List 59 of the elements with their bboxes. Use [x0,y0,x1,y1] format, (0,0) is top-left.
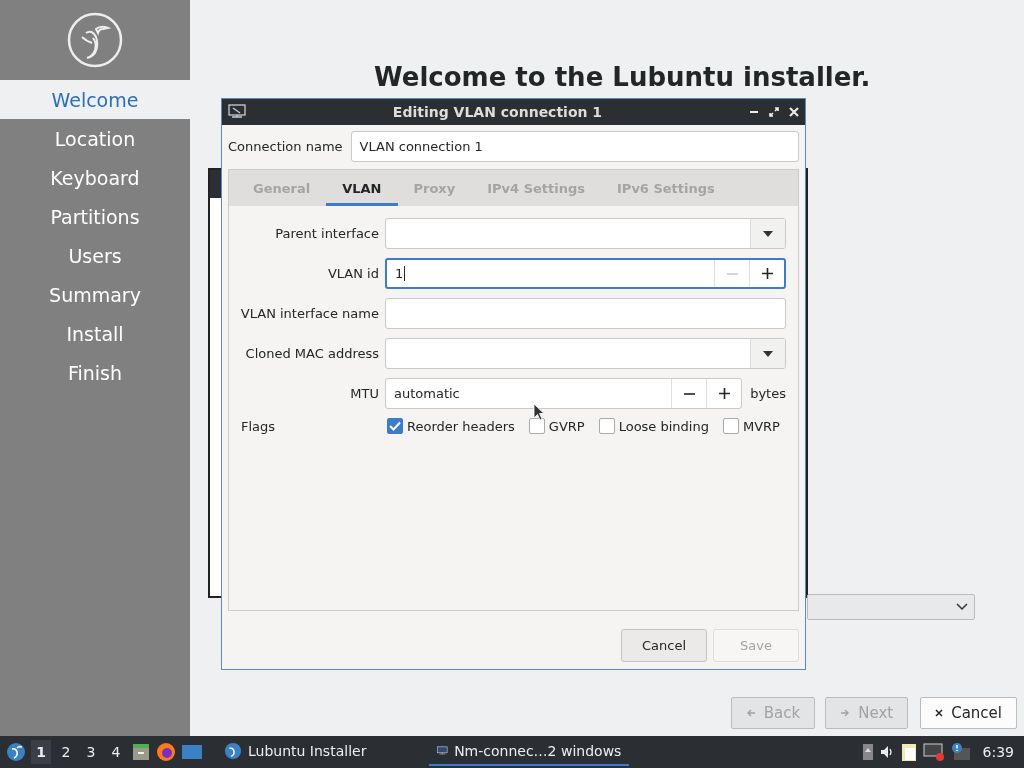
dialog-button[interactable]: Cancel [621,629,707,662]
field-label: VLAN id [326,266,379,281]
workspace-button[interactable]: 3 [81,740,101,764]
browser-icon[interactable] [156,742,176,762]
storage-icon[interactable] [861,743,874,761]
field-label: Parent interface [274,226,379,241]
clock: 6:39 [982,744,1014,760]
checkbox[interactable]: Loose binding [598,418,709,434]
checkbox[interactable]: GVRP [528,418,585,434]
checkmark-icon [389,421,401,431]
sidebar-item[interactable]: Users [0,236,190,275]
notification-icon[interactable] [949,742,972,762]
dropdown-arrow-icon [763,350,773,357]
file-cabinet-icon[interactable] [131,742,151,762]
sidebar-item[interactable]: Finish [0,353,190,392]
network-icon [228,104,246,120]
sidebar-item[interactable]: Keyboard [0,158,190,197]
plus-icon[interactable] [718,388,730,399]
page-heading: Welcome to the Lubuntu installer. [374,62,871,92]
sidebar-item[interactable]: Welcome [0,80,190,119]
field-label: Cloned MAC address [244,346,379,361]
close-icon [935,709,944,717]
taskbar-task[interactable]: Lubuntu Installer [216,738,375,766]
nav-button[interactable]: Cancel [920,697,1017,729]
sidebar-item[interactable]: Partitions [0,197,190,236]
cursor-icon [533,403,545,421]
sidebar-item[interactable]: Location [0,119,190,158]
bird-logo-icon [66,11,124,69]
field-label: VLAN interface name [239,306,379,321]
dropdown-arrow-icon [763,230,773,237]
text-field[interactable] [385,298,786,329]
desktop-icon[interactable] [181,743,203,761]
close-icon[interactable] [789,107,799,117]
connection-name-field[interactable]: VLAN connection 1 [350,131,799,162]
right-arrow-icon [840,708,851,718]
volume-icon[interactable] [878,744,895,760]
tab[interactable]: VLAN [326,170,398,206]
maximize-icon[interactable] [769,107,779,117]
workspace-button[interactable]: 1 [31,740,51,764]
sidebar-item[interactable]: Install [0,314,190,353]
bird-logo-icon[interactable] [6,742,26,762]
field-label: Flags [240,418,277,434]
workspace-button[interactable]: 2 [56,740,76,764]
unit-label: bytes [750,386,786,401]
bird-logo-icon [224,742,242,760]
workspace-button[interactable]: 4 [106,740,126,764]
clipboard-icon[interactable] [899,742,918,762]
minus-icon[interactable] [683,392,695,395]
checkbox[interactable]: MVRP [722,418,780,434]
sidebar-item[interactable]: Summary [0,275,190,314]
spin-box[interactable]: automatic [385,378,743,409]
window-title: Editing VLAN connection 1 [391,104,604,120]
checkbox[interactable]: Reorder headers [387,418,515,434]
chevron-icon [956,603,968,611]
network-error-icon[interactable] [922,742,945,762]
field-label: Connection name [228,139,343,154]
field-label: MTU [349,386,379,401]
taskbar-task[interactable]: Nm-connec…2 windows [429,738,630,766]
left-arrow-icon [745,708,756,718]
